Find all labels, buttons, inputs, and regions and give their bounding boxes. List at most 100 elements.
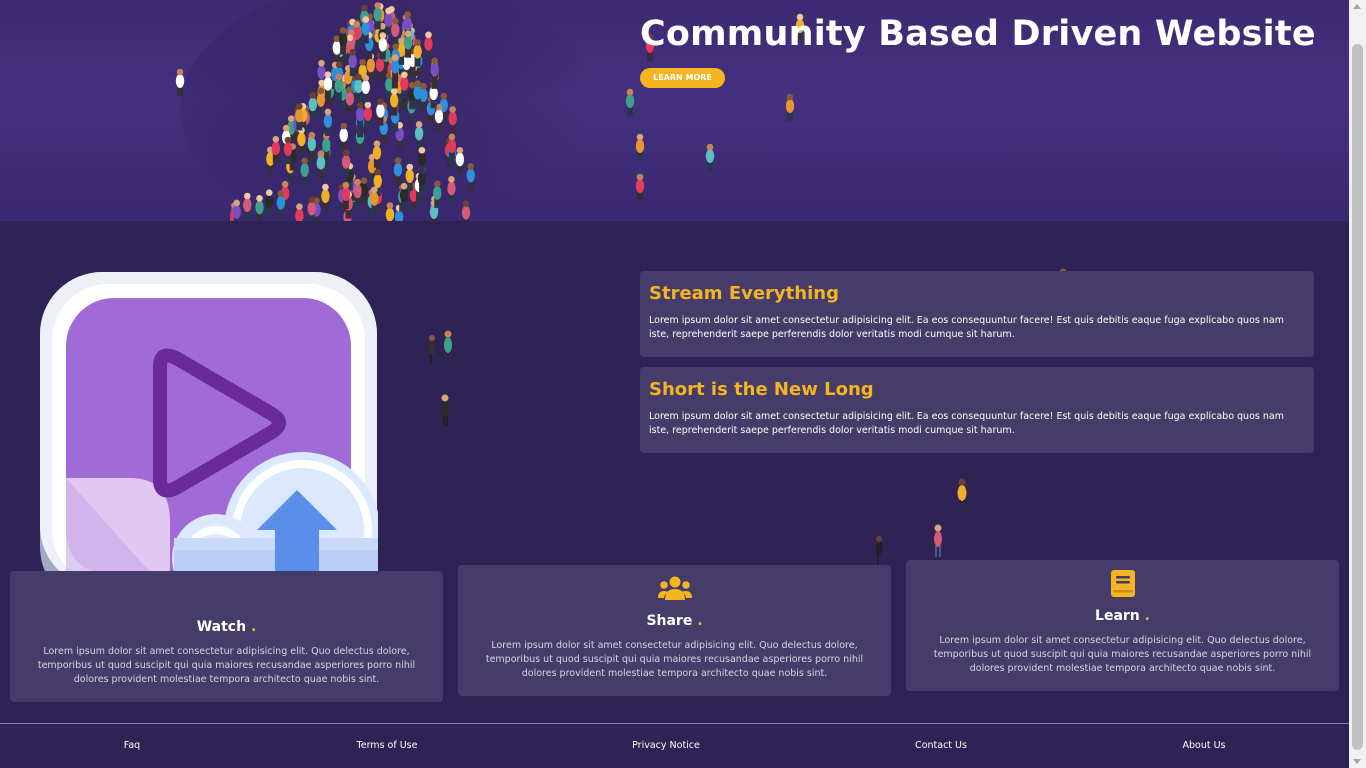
footer-link-faq[interactable]: Faq — [124, 740, 140, 751]
person-figure — [391, 17, 400, 46]
info-card-text: Lorem ipsum dolor sit amet consectetur a… — [485, 640, 864, 679]
person-figure — [625, 88, 635, 116]
person-figure — [370, 186, 379, 214]
person-figure — [295, 203, 304, 221]
scroll-up-arrow-icon[interactable] — [1353, 4, 1361, 9]
person-figure — [243, 192, 252, 221]
person-figure — [424, 31, 433, 59]
person-figure — [297, 126, 306, 155]
person-figure — [376, 98, 385, 126]
feature-text: Lorem ipsum dolor sit amet consectetur a… — [649, 411, 1284, 436]
video-upload-illustration — [40, 272, 378, 610]
info-card-text: Lorem ipsum dolor sit amet consectetur a… — [933, 635, 1312, 674]
person-figure — [265, 189, 274, 217]
person-figure — [403, 30, 413, 58]
person-figure — [447, 176, 456, 204]
title-dot: . — [1144, 608, 1150, 624]
info-card-title: Share . — [458, 613, 891, 629]
person-figure — [448, 106, 457, 134]
hero-title: Community Based Driven Website — [640, 14, 1316, 54]
person-figure — [393, 157, 403, 185]
info-card-title: Watch . — [10, 619, 443, 635]
person-figure — [353, 178, 362, 207]
person-figure — [417, 146, 427, 175]
person-figure — [635, 133, 645, 161]
learn-more-button[interactable]: LEARN MORE — [640, 68, 725, 88]
person-figure — [232, 199, 241, 221]
person-figure — [390, 54, 400, 82]
person-figure — [295, 103, 304, 131]
person-figure — [447, 133, 457, 161]
person-figure — [316, 150, 326, 178]
person-figure — [372, 140, 382, 168]
person-figure — [345, 86, 355, 114]
person-figure — [354, 73, 363, 102]
scroll-thumb[interactable] — [1352, 44, 1363, 750]
person-figure — [378, 32, 387, 60]
person-figure — [385, 202, 395, 221]
person-figure — [466, 163, 475, 191]
title-dot: . — [697, 613, 703, 629]
person-figure — [271, 135, 281, 164]
page: Community Based Driven Website LEARN MOR… — [0, 0, 1349, 768]
person-figure — [323, 71, 333, 99]
person-figure — [341, 149, 351, 177]
person-figure — [875, 536, 883, 566]
feature-card-short: Short is the New Long Lorem ipsum dolor … — [640, 367, 1314, 453]
info-card-title: Learn . — [906, 608, 1339, 624]
feature-text: Lorem ipsum dolor sit amet consectetur a… — [649, 315, 1284, 340]
person-figure — [363, 101, 373, 129]
person-figure — [455, 147, 465, 175]
person-figure — [361, 74, 370, 103]
person-figure — [334, 73, 343, 101]
footer-link-contact[interactable]: Contact Us — [915, 740, 967, 751]
person-figure — [430, 57, 439, 85]
footer-link-about[interactable]: About Us — [1182, 740, 1225, 751]
person-figure — [444, 330, 452, 363]
person-figure — [428, 335, 436, 364]
feature-title: Stream Everything — [649, 283, 839, 304]
info-card-share: Share . Lorem ipsum dolor sit amet conse… — [458, 565, 891, 696]
person-figure — [348, 48, 357, 77]
person-figure — [323, 108, 333, 136]
person-figure — [934, 524, 942, 557]
info-card-title-text: Share — [646, 613, 693, 629]
person-figure — [355, 101, 365, 130]
person-figure — [307, 196, 316, 221]
info-card-title-text: Watch — [196, 619, 247, 635]
footer-link-terms[interactable]: Terms of Use — [357, 740, 418, 751]
person-figure — [785, 93, 795, 121]
info-card-watch: Watch . Lorem ipsum dolor sit amet conse… — [10, 571, 443, 702]
users-icon — [657, 576, 692, 600]
person-figure — [338, 27, 348, 55]
scrollbar[interactable] — [1349, 0, 1366, 768]
book-icon — [1110, 570, 1135, 597]
hero-banner: Community Based Driven Website LEARN MOR… — [0, 0, 1349, 221]
person-figure — [705, 143, 715, 171]
person-figure — [400, 71, 409, 99]
scroll-down-arrow-icon[interactable] — [1353, 759, 1361, 764]
person-figure — [461, 200, 471, 221]
person-figure — [433, 180, 442, 208]
person-figure — [441, 394, 449, 426]
person-figure — [339, 122, 348, 151]
person-figure — [413, 39, 422, 67]
person-figure — [361, 16, 370, 44]
person-figure — [399, 182, 409, 211]
person-figure — [300, 157, 309, 185]
person-figure — [635, 173, 645, 201]
info-card-text: Lorem ipsum dolor sit amet consectetur a… — [37, 646, 416, 685]
person-figure — [341, 181, 351, 210]
person-figure — [414, 121, 424, 149]
person-figure — [389, 88, 399, 116]
person-figure — [957, 478, 967, 510]
person-figure — [283, 136, 293, 165]
feature-card-stream: Stream Everything Lorem ipsum dolor sit … — [640, 271, 1314, 357]
person-figure — [255, 195, 264, 221]
footer: Faq Terms of Use Privacy Notice Contact … — [0, 723, 1349, 768]
person-figure — [373, 2, 382, 30]
person-figure — [413, 80, 422, 108]
footer-link-privacy[interactable]: Privacy Notice — [632, 740, 700, 751]
title-dot: . — [250, 619, 257, 635]
person-figure — [308, 91, 318, 120]
